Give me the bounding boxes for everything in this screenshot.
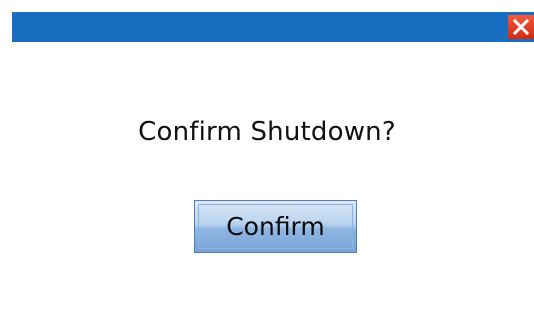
confirm-button[interactable]: Confirm: [194, 200, 357, 253]
close-button[interactable]: [508, 15, 534, 39]
confirm-message: Confirm Shutdown?: [138, 117, 396, 147]
title-bar: [12, 12, 534, 42]
confirm-button-label: Confirm: [226, 212, 325, 241]
close-icon: [513, 19, 529, 35]
shutdown-dialog: Confirm Shutdown? Confirm: [0, 0, 534, 329]
